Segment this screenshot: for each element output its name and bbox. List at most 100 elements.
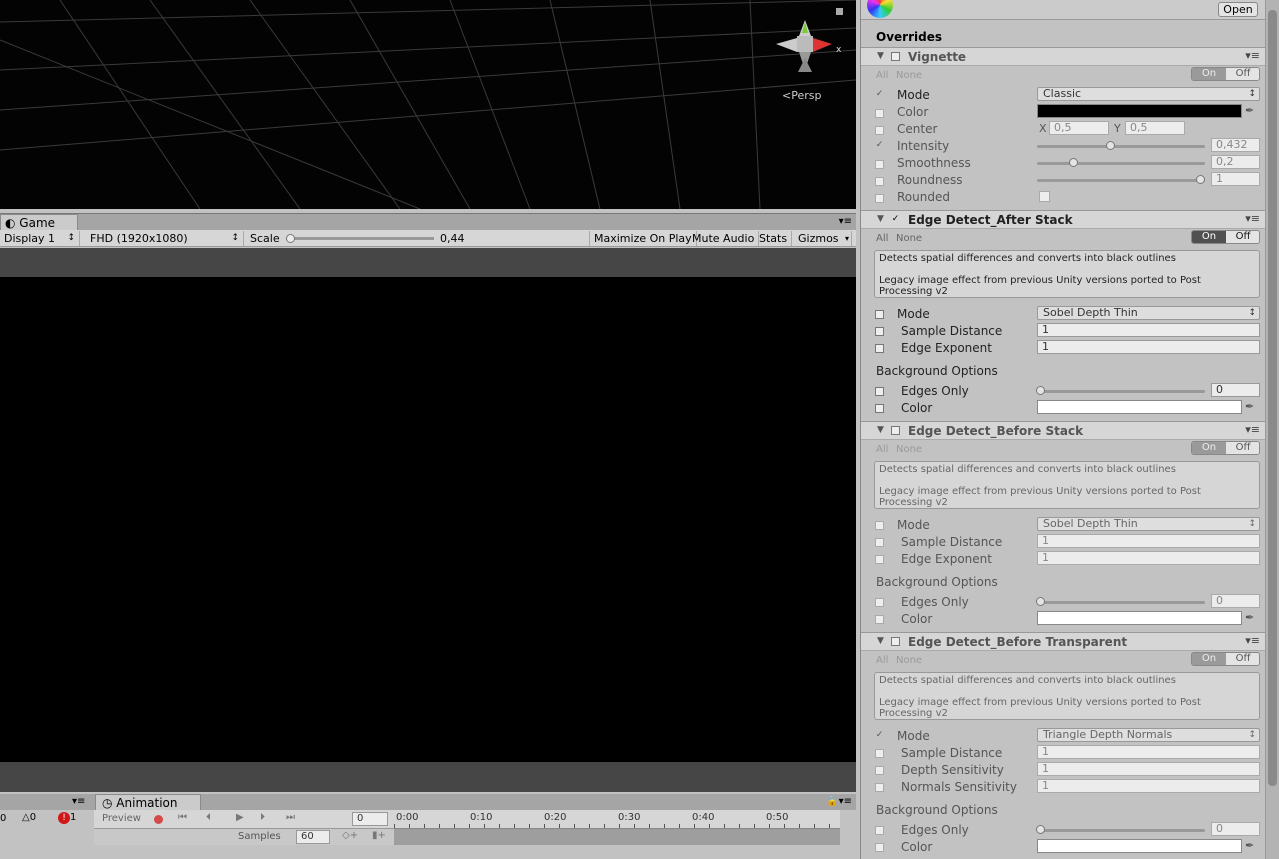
rounded-checkbox[interactable]: [1039, 191, 1050, 202]
game-viewport[interactable]: [0, 277, 856, 762]
edges-only-slider-thumb[interactable]: [1036, 386, 1045, 395]
on-button[interactable]: On: [1192, 653, 1226, 665]
smoothness-override-check[interactable]: [875, 160, 884, 169]
prev-key-icon[interactable]: ⏴: [206, 812, 211, 823]
color-override-check[interactable]: [875, 404, 884, 413]
record-icon[interactable]: [154, 815, 163, 824]
timeline-ruler[interactable]: 0:00 0:10 0:20 0:30 0:40 0:50: [394, 810, 840, 829]
sample-distance-override-check[interactable]: [875, 538, 884, 547]
eyedropper-icon[interactable]: ✒: [1245, 839, 1254, 852]
edges-only-slider[interactable]: [1037, 390, 1205, 393]
sample-distance-field[interactable]: 1: [1037, 534, 1260, 548]
before-transparent-enable-checkbox[interactable]: [891, 637, 900, 646]
none-button[interactable]: None: [896, 233, 922, 244]
normals-sensitivity-override-check[interactable]: [875, 783, 884, 792]
stats-toggle[interactable]: Stats: [755, 231, 793, 246]
scrollbar-thumb[interactable]: [1268, 10, 1277, 786]
after-stack-onoff-toggle[interactable]: On Off: [1191, 230, 1260, 244]
before-stack-header[interactable]: ▼ Edge Detect_Before Stack ▾≡: [861, 421, 1266, 440]
tab-menu-icon[interactable]: ▾≡: [839, 216, 852, 227]
component-menu-icon[interactable]: ▾≡: [1245, 423, 1260, 436]
expand-icon[interactable]: ▼: [877, 214, 884, 224]
component-menu-icon[interactable]: ▾≡: [1245, 49, 1260, 62]
mode-override-check[interactable]: ✓: [875, 90, 884, 99]
before-transparent-onoff-toggle[interactable]: On Off: [1191, 652, 1260, 666]
none-button[interactable]: None: [896, 655, 922, 666]
before-transparent-header[interactable]: ▼ Edge Detect_Before Transparent ▾≡: [861, 632, 1266, 651]
after-stack-mode-dropdown[interactable]: Sobel Depth Thin: [1037, 306, 1260, 320]
preview-button[interactable]: Preview: [102, 813, 141, 824]
eyedropper-icon[interactable]: ✒: [1245, 400, 1254, 413]
after-stack-header[interactable]: ▼ ✓ Edge Detect_After Stack ▾≡: [861, 210, 1266, 229]
error-count[interactable]: ! 1: [58, 812, 76, 824]
vignette-header[interactable]: ▼ Vignette ▾≡: [861, 47, 1266, 66]
none-button[interactable]: None: [896, 444, 922, 455]
expand-icon[interactable]: ▼: [877, 51, 884, 61]
on-button[interactable]: On: [1192, 231, 1226, 243]
edge-exponent-override-check[interactable]: [875, 555, 884, 564]
edge-exponent-field[interactable]: 1: [1037, 340, 1260, 354]
tab-animation[interactable]: ◷ Animation: [95, 794, 201, 811]
expand-icon[interactable]: ▼: [877, 636, 884, 646]
component-menu-icon[interactable]: ▾≡: [1245, 634, 1260, 647]
persp-label[interactable]: <Persp: [782, 89, 821, 102]
color-override-check[interactable]: [875, 615, 884, 624]
rounded-override-check[interactable]: [875, 194, 884, 203]
edge-exponent-field[interactable]: 1: [1037, 551, 1260, 565]
edge-exponent-override-check[interactable]: [875, 344, 884, 353]
before-transparent-color-swatch[interactable]: [1037, 839, 1242, 853]
scale-slider[interactable]: [286, 237, 434, 240]
edges-only-slider[interactable]: [1037, 601, 1205, 604]
on-button[interactable]: On: [1192, 442, 1226, 454]
smoothness-slider-thumb[interactable]: [1068, 158, 1078, 167]
timeline-track[interactable]: [394, 829, 840, 845]
last-key-icon[interactable]: ⏭: [286, 812, 295, 823]
center-override-check[interactable]: [875, 126, 884, 135]
frame-field[interactable]: 0: [352, 812, 388, 826]
resolution-dropdown[interactable]: FHD (1920x1080) ↕: [86, 231, 244, 246]
inspector-scrollbar[interactable]: [1265, 0, 1279, 859]
eyedropper-icon[interactable]: ✒: [1245, 104, 1254, 117]
after-stack-color-swatch[interactable]: [1037, 400, 1242, 414]
samples-field[interactable]: 60: [296, 830, 330, 844]
sample-distance-field[interactable]: 1: [1037, 745, 1260, 759]
maximize-on-play-toggle[interactable]: Maximize On Play: [589, 231, 697, 246]
scene-view[interactable]: x <Persp: [0, 0, 856, 209]
sample-distance-override-check[interactable]: [875, 327, 884, 336]
off-button[interactable]: Off: [1226, 68, 1259, 80]
intensity-field[interactable]: 0,432: [1211, 138, 1260, 152]
mode-override-check[interactable]: [875, 521, 884, 530]
mute-audio-toggle[interactable]: Mute Audio: [688, 231, 760, 246]
add-event-icon[interactable]: ▮+: [372, 830, 386, 841]
depth-sensitivity-override-check[interactable]: [875, 766, 884, 775]
edges-only-field[interactable]: 0: [1211, 822, 1260, 836]
next-key-icon[interactable]: ⏵: [260, 812, 265, 823]
eyedropper-icon[interactable]: ✒: [1245, 611, 1254, 624]
edges-only-override-check[interactable]: [875, 826, 884, 835]
vignette-onoff-toggle[interactable]: On Off: [1191, 67, 1260, 81]
scene-gizmo[interactable]: [776, 20, 832, 72]
before-stack-mode-dropdown[interactable]: Sobel Depth Thin: [1037, 517, 1260, 531]
before-stack-onoff-toggle[interactable]: On Off: [1191, 441, 1260, 455]
on-button[interactable]: On: [1192, 68, 1226, 80]
color-override-check[interactable]: [875, 843, 884, 852]
roundness-slider-thumb[interactable]: [1196, 175, 1205, 184]
center-x-field[interactable]: 0,5: [1049, 121, 1109, 135]
smoothness-field[interactable]: 0,2: [1211, 155, 1260, 169]
display-dropdown[interactable]: Display 1 ↕: [0, 231, 80, 246]
roundness-override-check[interactable]: [875, 177, 884, 186]
vignette-color-swatch[interactable]: [1037, 104, 1242, 118]
off-button[interactable]: Off: [1226, 442, 1259, 454]
mode-override-check[interactable]: ✓: [875, 731, 884, 740]
expand-icon[interactable]: ▼: [877, 425, 884, 435]
intensity-slider-thumb[interactable]: [1105, 141, 1115, 150]
color-override-check[interactable]: [875, 109, 884, 118]
after-stack-enable-checkbox[interactable]: ✓: [891, 215, 900, 224]
smoothness-slider[interactable]: [1037, 162, 1205, 165]
edges-only-slider-thumb[interactable]: [1036, 825, 1045, 834]
first-key-icon[interactable]: ⏮: [178, 812, 187, 823]
before-transparent-mode-dropdown[interactable]: Triangle Depth Normals: [1037, 728, 1260, 742]
edges-only-override-check[interactable]: [875, 598, 884, 607]
edges-only-slider[interactable]: [1037, 829, 1205, 832]
intensity-slider[interactable]: [1037, 145, 1205, 148]
